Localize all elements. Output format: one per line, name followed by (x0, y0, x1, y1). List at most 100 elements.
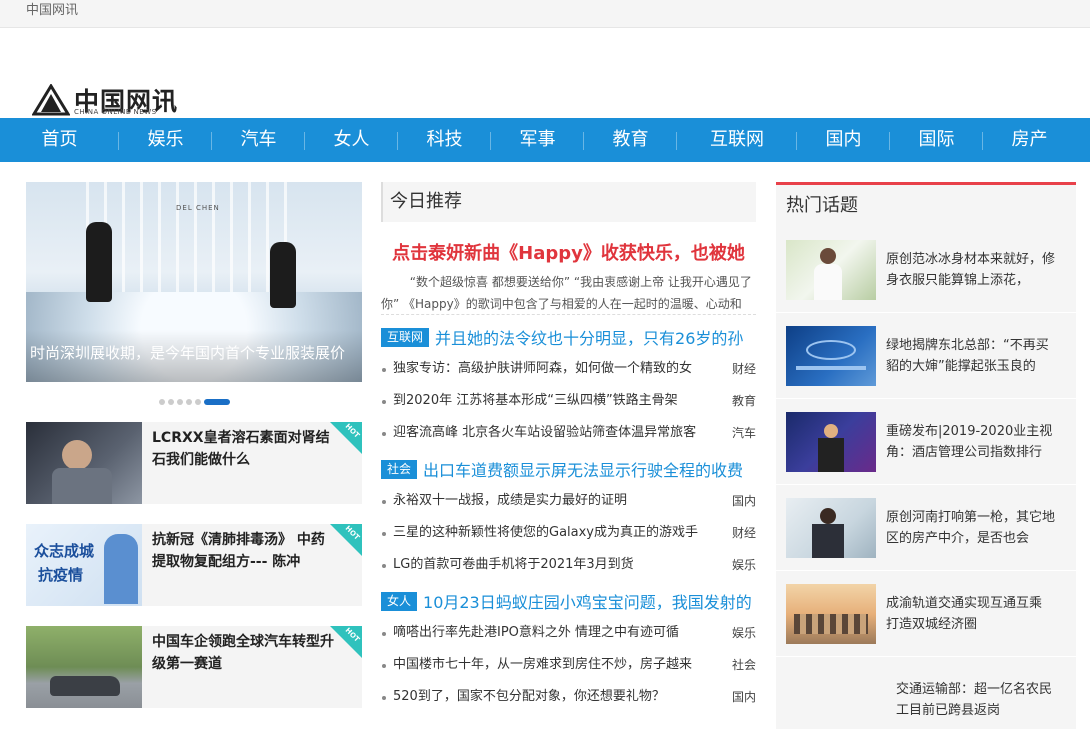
slide-model-figure (270, 242, 296, 308)
category-tag[interactable]: 社会 (381, 459, 418, 479)
news-list-item[interactable]: 嘀嗒出行率先赴港IPO意料之外 情理之中有迹可循 娱乐 (381, 617, 756, 649)
hot-topics-panel: 热门话题 原创范冰冰身材本来就好，修身衣服只能算锦上添花， 绿地揭牌东北总部：“… (776, 182, 1076, 729)
slide-brand-text: DEL CHEN (176, 204, 220, 212)
hot-news-card[interactable]: LCRXX皇者溶石素面对肾结石我们能做什么 HOT (26, 422, 362, 504)
slider-dot[interactable] (167, 399, 174, 405)
site-name-label: 中国网讯 (26, 3, 79, 18)
news-list-item[interactable]: 三星的这种新颖性将使您的Galaxy成为真正的游戏手 财经 (381, 517, 756, 549)
news-category[interactable]: 娱乐 (726, 549, 756, 581)
topic-title[interactable]: 重磅发布|2019-2020业主视角：酒店管理公司指数排行 (876, 421, 1076, 463)
logo-subtext: CHINA ONLINE NEWS (74, 108, 157, 116)
section-title: 今日推荐 (381, 182, 756, 222)
news-title[interactable]: LG的首款可卷曲手机将于2021年3月到货 (381, 549, 716, 581)
nav-item-military[interactable]: 军事 (491, 118, 584, 162)
main-nav: 首页 娱乐 汽车 女人 科技 军事 教育 互联网 国内 国际 房产 (0, 118, 1090, 162)
nav-item-realestate[interactable]: 房产 (983, 118, 1076, 162)
news-category[interactable]: 教育 (726, 385, 756, 417)
news-list-item[interactable]: 中国楼市七十年，从一房难求到房住不炒，房子越来 社会 (381, 649, 756, 681)
hot-news-card[interactable]: 众志成城 抗疫情 抗新冠《清肺排毒汤》 中药提取物复配组方--- 陈冲 HOT (26, 524, 362, 606)
slider-dot[interactable] (194, 399, 201, 405)
news-title[interactable]: 迎客流高峰 北京各火车站设留验站筛查体温异常旅客 (381, 417, 716, 449)
slide-model-figure (86, 222, 112, 302)
nav-item-domestic[interactable]: 国内 (797, 118, 890, 162)
site-logo[interactable]: 中国网讯 CHINA ONLINE NEWS (32, 58, 182, 118)
hot-topic-item[interactable]: 绿地揭牌东北总部：“不再买貂的大婶”能撑起张玉良的 (776, 313, 1076, 399)
topic-thumbnail (786, 583, 876, 644)
topic-thumbnail (786, 411, 876, 472)
news-category[interactable]: 国内 (726, 485, 756, 517)
logo-triangle-icon (32, 84, 70, 116)
thumb-text: 抗疫情 (38, 566, 84, 584)
category-tag[interactable]: 女人 (381, 591, 418, 611)
nav-item-international[interactable]: 国际 (890, 118, 983, 162)
news-category[interactable]: 财经 (726, 517, 756, 549)
news-list-item[interactable]: 到2020年 江苏将基本形成“三纵四横”铁路主骨架 教育 (381, 385, 756, 417)
hot-news-thumbnail: 众志成城 抗疫情 (26, 524, 142, 606)
topic-title[interactable]: 原创河南打响第一枪，其它地区的房产中介，是否也会 (876, 507, 1076, 549)
nav-item-entertainment[interactable]: 娱乐 (119, 118, 212, 162)
thumb-text: 众志成城 (34, 542, 95, 560)
hot-news-thumbnail (26, 626, 142, 708)
topic-thumbnail (786, 239, 876, 300)
nav-item-women[interactable]: 女人 (305, 118, 398, 162)
news-list-item[interactable]: LG的首款可卷曲手机将于2021年3月到货 娱乐 (381, 549, 756, 581)
news-list-item[interactable]: 520到了，国家不包分配对象，你还想要礼物？ 国内 (381, 681, 756, 713)
hot-topic-item[interactable]: 原创范冰冰身材本来就好，修身衣服只能算锦上添花， (776, 227, 1076, 313)
topic-thumbnail (786, 325, 876, 386)
hot-topic-item[interactable]: 成渝轨道交通实现互通互乘 打造双城经济圈 (776, 571, 1076, 657)
category-header: 互联网 并且她的法令纹也十分明显，只有26岁的孙 (381, 325, 756, 349)
category-tag[interactable]: 互联网 (381, 327, 430, 347)
news-title[interactable]: 520到了，国家不包分配对象，你还想要礼物？ (381, 681, 716, 713)
nav-item-auto[interactable]: 汽车 (212, 118, 305, 162)
header: 中国网讯 CHINA ONLINE NEWS (0, 28, 1090, 118)
slide-caption[interactable]: 时尚深圳展收期，是今年国内首个专业服装展价 (26, 330, 362, 382)
hot-topic-item[interactable]: 重磅发布|2019-2020业主视角：酒店管理公司指数排行 (776, 399, 1076, 485)
news-list-item[interactable]: 永裕双十一战报，成绩是实力最好的证明 国内 (381, 485, 756, 517)
topic-title[interactable]: 原创范冰冰身材本来就好，修身衣服只能算锦上添花， (876, 249, 1076, 291)
hot-topic-item[interactable]: 原创河南打响第一枪，其它地区的房产中介，是否也会 (776, 485, 1076, 571)
hot-news-thumbnail (26, 422, 142, 504)
nav-item-home[interactable]: 首页 (0, 118, 119, 162)
hot-news-title[interactable]: LCRXX皇者溶石素面对肾结石我们能做什么 (142, 422, 362, 504)
news-category[interactable]: 社会 (726, 649, 756, 681)
hot-news-title[interactable]: 抗新冠《清肺排毒汤》 中药提取物复配组方--- 陈冲 (142, 524, 362, 606)
news-list-item[interactable]: 独家专访：高级护肤讲师阿森，如何做一个精致的女 财经 (381, 353, 756, 385)
recommend-headline[interactable]: 点击泰妍新曲《Happy》收获快乐，也被她 (381, 239, 756, 265)
slider-dot-active[interactable] (203, 399, 230, 405)
news-title[interactable]: 到2020年 江苏将基本形成“三纵四横”铁路主骨架 (381, 385, 716, 417)
news-category[interactable]: 娱乐 (726, 617, 756, 649)
news-title[interactable]: 三星的这种新颖性将使您的Galaxy成为真正的游戏手 (381, 517, 716, 549)
news-list-item[interactable]: 迎客流高峰 北京各火车站设留验站筛查体温异常旅客 汽车 (381, 417, 756, 449)
left-column: DEL CHEN 时尚深圳展收期，是今年国内首个专业服装展价 LCRXX皇者溶石… (26, 182, 362, 728)
news-category[interactable]: 汽车 (726, 417, 756, 449)
news-title[interactable]: 独家专访：高级护肤讲师阿森，如何做一个精致的女 (381, 353, 716, 385)
nav-item-education[interactable]: 教育 (584, 118, 677, 162)
category-headline[interactable]: 出口车道费额显示屏无法显示行驶全程的收费 (423, 457, 743, 481)
hot-news-title[interactable]: 中国车企领跑全球汽车转型升级第一赛道 (142, 626, 362, 708)
slider-dots (26, 382, 362, 422)
top-bar: 中国网讯 (0, 0, 1090, 28)
topic-thumbnail (786, 497, 876, 558)
recommend-summary: “数个超级惊喜 都想要送给你” “我由衷感谢上帝 让我开心遇见了你” 《Happ… (381, 271, 756, 315)
topic-title[interactable]: 成渝轨道交通实现互通互乘 打造双城经济圈 (876, 593, 1076, 635)
nav-item-tech[interactable]: 科技 (398, 118, 491, 162)
news-category[interactable]: 国内 (726, 681, 756, 713)
featured-slider[interactable]: DEL CHEN 时尚深圳展收期，是今年国内首个专业服装展价 (26, 182, 362, 382)
news-title[interactable]: 永裕双十一战报，成绩是实力最好的证明 (381, 485, 716, 517)
topic-title[interactable]: 绿地揭牌东北总部：“不再买貂的大婶”能撑起张玉良的 (876, 335, 1076, 377)
nav-item-internet[interactable]: 互联网 (677, 118, 797, 162)
hot-news-card[interactable]: 中国车企领跑全球汽车转型升级第一赛道 HOT (26, 626, 362, 708)
topic-title[interactable]: 交通运输部：超一亿名农民工目前已跨县返岗 (886, 679, 1076, 721)
hot-topic-item[interactable]: 交通运输部：超一亿名农民工目前已跨县返岗 (776, 657, 1076, 743)
news-category[interactable]: 财经 (726, 353, 756, 385)
section-title: 热门话题 (786, 195, 858, 216)
recommend-column: 今日推荐 点击泰妍新曲《Happy》收获快乐，也被她 “数个超级惊喜 都想要送给… (381, 182, 756, 713)
slider-dot[interactable] (185, 399, 192, 405)
category-headline[interactable]: 10月23日蚂蚁庄园小鸡宝宝问题，我国发射的 (423, 589, 752, 613)
news-title[interactable]: 嘀嗒出行率先赴港IPO意料之外 情理之中有迹可循 (381, 617, 716, 649)
slider-dot[interactable] (176, 399, 183, 405)
news-title[interactable]: 中国楼市七十年，从一房难求到房住不炒，房子越来 (381, 649, 716, 681)
slider-dot[interactable] (158, 399, 165, 405)
category-headline[interactable]: 并且她的法令纹也十分明显，只有26岁的孙 (435, 325, 743, 349)
category-header: 社会 出口车道费额显示屏无法显示行驶全程的收费 (381, 457, 756, 481)
